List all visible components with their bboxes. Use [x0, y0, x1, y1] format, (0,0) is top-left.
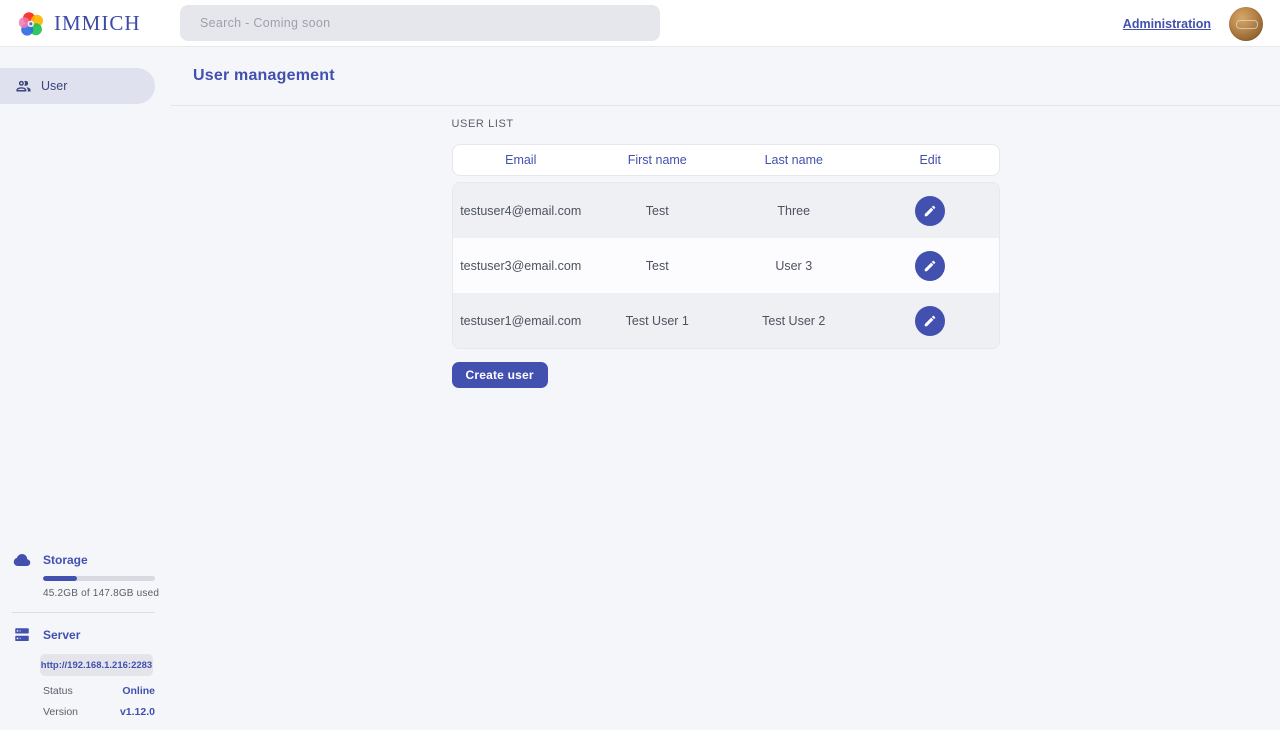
immich-flower-icon — [18, 10, 46, 38]
cell-last-name: Test User 2 — [726, 314, 863, 328]
server-version-value: v1.12.0 — [120, 706, 155, 718]
sidebar-item-label: User — [41, 79, 67, 93]
edit-user-button[interactable] — [915, 196, 945, 226]
table-body: testuser4@email.com Test Three testuser3… — [452, 182, 1000, 349]
page-header: User management — [171, 47, 1280, 106]
table-row: testuser4@email.com Test Three — [453, 183, 999, 238]
server-url: http://192.168.1.216:2283 — [41, 660, 152, 671]
administration-link[interactable]: Administration — [1123, 17, 1211, 31]
cell-last-name: User 3 — [726, 259, 863, 273]
server-status-label: Status — [43, 685, 73, 697]
server-status-row: Status Online — [43, 685, 155, 697]
cell-first-name: Test — [589, 259, 726, 273]
table-row: testuser1@email.com Test User 1 Test Use… — [453, 293, 999, 348]
cloud-icon — [13, 551, 31, 569]
create-user-button[interactable]: Create user — [452, 362, 548, 388]
top-bar: IMMICH Administration — [0, 0, 1280, 47]
search-input[interactable] — [180, 5, 660, 41]
server-section-header: Server — [13, 626, 171, 644]
server-status-value: Online — [122, 685, 155, 697]
pencil-icon — [923, 314, 937, 328]
user-list-label: USER LIST — [452, 118, 1000, 130]
table-header-row: EmailFirst nameLast nameEdit — [452, 144, 1000, 176]
column-header: Edit — [862, 153, 999, 167]
column-header: Email — [453, 153, 590, 167]
storage-title: Storage — [43, 553, 88, 567]
server-title: Server — [43, 628, 80, 642]
sidebar-status-panel: Storage 45.2GB of 147.8GB used Server ht… — [0, 551, 171, 718]
pencil-icon — [923, 259, 937, 273]
server-version-row: Version v1.12.0 — [43, 706, 155, 718]
app-wordmark: IMMICH — [54, 11, 141, 36]
cell-first-name: Test — [589, 204, 726, 218]
server-url-pill: http://192.168.1.216:2283 — [40, 654, 153, 676]
edit-user-button[interactable] — [915, 306, 945, 336]
storage-progress-bar — [43, 576, 155, 581]
edit-user-button[interactable] — [915, 251, 945, 281]
cell-email: testuser4@email.com — [453, 204, 590, 218]
column-header: Last name — [726, 153, 863, 167]
cell-first-name: Test User 1 — [589, 314, 726, 328]
column-header: First name — [589, 153, 726, 167]
storage-progress-fill — [43, 576, 77, 581]
sidebar-divider — [12, 612, 155, 613]
pencil-icon — [923, 204, 937, 218]
main-content: User management USER LIST EmailFirst nam… — [171, 47, 1280, 730]
cell-email: testuser3@email.com — [453, 259, 590, 273]
sidebar: User Storage 45.2GB of 147.8GB used Serv… — [0, 47, 171, 730]
cell-last-name: Three — [726, 204, 863, 218]
users-icon — [15, 78, 32, 95]
app-logo[interactable]: IMMICH — [18, 0, 141, 47]
sidebar-item-user[interactable]: User — [0, 68, 155, 104]
table-row: testuser3@email.com Test User 3 — [453, 238, 999, 293]
server-version-label: Version — [43, 706, 78, 718]
cell-email: testuser1@email.com — [453, 314, 590, 328]
storage-usage-text: 45.2GB of 147.8GB used — [43, 588, 171, 599]
server-icon — [13, 626, 31, 644]
storage-section-header: Storage — [13, 551, 171, 569]
page-title: User management — [193, 67, 335, 85]
user-avatar[interactable] — [1229, 7, 1263, 41]
